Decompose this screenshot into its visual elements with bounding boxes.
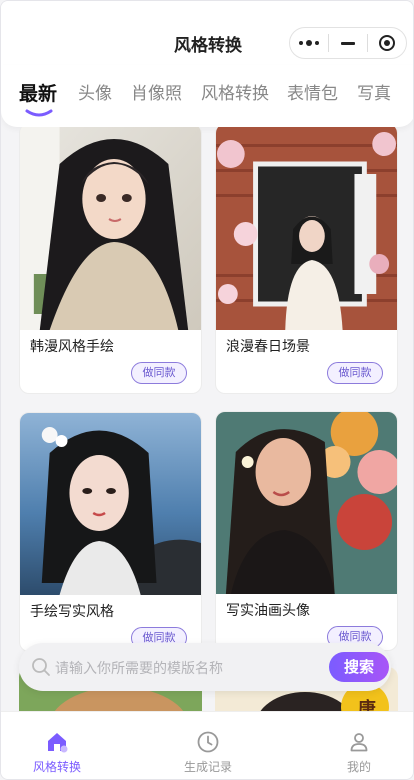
template-thumbnail [216, 412, 397, 594]
template-title: 手绘写实风格 [30, 604, 114, 620]
tab-portrait[interactable]: 肖像照 [131, 79, 182, 104]
close-button[interactable] [368, 28, 406, 58]
tab-stickers[interactable]: 表情包 [287, 79, 338, 104]
tab-latest[interactable]: 最新 [19, 79, 57, 106]
search-icon [32, 658, 50, 676]
peek-badge-text: 唐 [358, 699, 376, 711]
tab-style-transfer[interactable]: 风格转换 [201, 79, 269, 104]
miniprogram-capsule [289, 27, 407, 59]
nav-history[interactable]: 生成记录 [158, 730, 258, 775]
template-card[interactable]: 韩漫风格手绘 做同款 [19, 127, 202, 394]
make-same-button[interactable]: 做同款 [131, 362, 187, 384]
home-icon [48, 733, 68, 753]
template-card[interactable]: 浪漫春日场景 做同款 [215, 127, 398, 394]
bottom-nav: 风格转换 生成记录 我的 [1, 711, 413, 779]
template-thumbnail [20, 413, 201, 595]
phone-screen: 风格转换 最新 头像 肖像照 风格转换 表情包 写真 韩漫风格手绘 做同款 浪漫… [0, 0, 414, 780]
template-card[interactable]: 写实油画头像 做同款 [215, 411, 398, 651]
category-tabs: 最新 头像 肖像照 风格转换 表情包 写真 [1, 65, 413, 127]
template-title: 浪漫春日场景 [226, 339, 310, 355]
template-grid: 韩漫风格手绘 做同款 浪漫春日场景 做同款 手绘写实风格 做同款 写实油画头像 … [1, 127, 413, 711]
clock-icon [197, 731, 219, 753]
template-card[interactable]: 手绘写实风格 做同款 [19, 412, 202, 652]
template-title: 写实油画头像 [226, 603, 310, 619]
nav-label: 风格转换 [32, 760, 81, 774]
title-bar: 风格转换 [1, 1, 413, 65]
nav-label: 生成记录 [183, 760, 232, 774]
nav-label: 我的 [346, 760, 371, 774]
tab-photoshoot[interactable]: 写真 [357, 79, 391, 104]
minimize-icon [341, 41, 355, 45]
search-bar: 请输入你所需要的模版名称 搜索 [19, 643, 391, 691]
search-input[interactable]: 请输入你所需要的模版名称 [55, 658, 223, 678]
tab-avatar[interactable]: 头像 [78, 79, 112, 104]
search-button[interactable]: 搜索 [329, 652, 389, 682]
close-target-icon [379, 35, 395, 51]
minimize-button[interactable] [329, 28, 367, 58]
more-dots-icon [299, 40, 319, 46]
active-tab-indicator [25, 109, 53, 117]
template-thumbnail [216, 127, 397, 330]
make-same-button[interactable]: 做同款 [327, 362, 383, 384]
nav-style-transfer[interactable]: 风格转换 [7, 730, 107, 775]
user-icon [350, 733, 368, 752]
more-button[interactable] [290, 28, 328, 58]
nav-mine[interactable]: 我的 [309, 730, 409, 775]
template-thumbnail [20, 127, 201, 330]
template-title: 韩漫风格手绘 [30, 339, 114, 355]
